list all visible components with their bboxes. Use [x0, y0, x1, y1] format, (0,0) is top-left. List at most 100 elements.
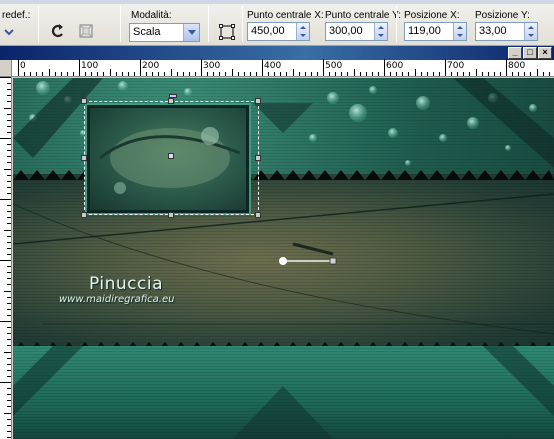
ruler-tick — [109, 69, 111, 76]
ruler-tick — [463, 72, 465, 76]
pos-y-field[interactable]: 33,00 — [475, 22, 538, 41]
pivot-point-icon — [279, 257, 287, 265]
document-title-bar — [0, 46, 554, 60]
ruler-corner — [0, 60, 12, 77]
ruler-tick — [7, 369, 11, 371]
ruler-top-label: 0 — [20, 61, 26, 71]
bottom-band-shapes — [13, 346, 554, 439]
bubble-decoration — [405, 160, 411, 166]
ruler-tick — [335, 72, 337, 76]
toolbar-divider — [208, 6, 209, 42]
ruler-tick — [298, 72, 300, 76]
ruler-tick — [97, 72, 99, 76]
toolbar-divider — [38, 6, 39, 42]
ruler-tick — [493, 72, 495, 76]
ruler-tick — [72, 72, 74, 76]
ruler-tick — [18, 59, 19, 76]
ruler-top-label: 100 — [81, 61, 99, 71]
spinner-arrows-icon[interactable] — [524, 23, 537, 40]
close-icon: × — [542, 47, 548, 57]
ruler-tick — [548, 72, 550, 76]
pos-y-label: Posizione Y: — [475, 10, 530, 21]
maximize-icon: □ — [527, 47, 533, 57]
ruler-tick — [7, 278, 11, 280]
ruler-tick — [353, 69, 355, 76]
ruler-top-label: 500 — [325, 61, 343, 71]
ruler-tick — [7, 217, 11, 219]
spinner-arrows-icon[interactable] — [374, 23, 387, 40]
ruler-tick — [152, 72, 154, 76]
ruler-tick — [66, 72, 68, 76]
center-y-value: 300,00 — [329, 25, 363, 37]
ruler-tick — [36, 72, 38, 76]
chevron-down-icon[interactable] — [183, 24, 199, 41]
minimize-button[interactable]: _ — [508, 47, 522, 59]
handle-bottom-left[interactable] — [81, 212, 87, 218]
deform-button[interactable] — [216, 21, 238, 43]
pos-y-value: 33,00 — [479, 25, 507, 37]
ruler-top-label: 800 — [508, 61, 526, 71]
ruler-tick — [7, 302, 11, 304]
ruler-tick — [158, 72, 160, 76]
ruler-tick — [7, 284, 11, 286]
ruler-tick — [438, 72, 440, 76]
ruler-tick — [4, 351, 11, 353]
center-y-field[interactable]: 300,00 — [325, 22, 388, 41]
ruler-tick — [7, 101, 11, 103]
ruler-top-label: 300 — [203, 61, 221, 71]
ruler-tick — [4, 412, 11, 414]
ruler-tick — [7, 266, 11, 268]
handle-middle-left[interactable] — [81, 155, 87, 161]
ruler-tick — [7, 241, 11, 243]
ruler-tick — [323, 59, 324, 76]
handle-rotation[interactable] — [169, 94, 177, 98]
preset-dropdown[interactable] — [2, 21, 16, 43]
handle-center-pivot[interactable] — [168, 153, 174, 159]
spinner-arrows-icon[interactable] — [453, 23, 466, 40]
ruler-tick — [414, 69, 416, 76]
ruler-tick — [426, 72, 428, 76]
ruler-tick — [384, 59, 385, 76]
ruler-tick — [512, 72, 514, 76]
ruler-tick — [365, 72, 367, 76]
bubble-decoration — [118, 81, 128, 91]
toolbar-divider — [242, 6, 243, 42]
handle-top-left[interactable] — [81, 98, 87, 104]
bubble-decoration — [36, 81, 50, 95]
handle-bottom-center[interactable] — [168, 212, 174, 218]
ruler-tick — [7, 406, 11, 408]
ruler-tick — [194, 72, 196, 76]
ruler-tick — [7, 357, 11, 359]
reset-button[interactable] — [75, 20, 97, 42]
ruler-tick — [140, 59, 141, 76]
ruler-tick — [127, 72, 129, 76]
ruler-tick — [359, 72, 361, 76]
ruler-tick — [408, 72, 410, 76]
rotation-handle-line[interactable] — [275, 251, 355, 271]
bubble-decoration — [309, 134, 317, 142]
mode-select[interactable]: Scala — [129, 23, 200, 42]
handle-bottom-right[interactable] — [255, 212, 261, 218]
spinner-arrows-icon[interactable] — [296, 23, 309, 40]
handle-top-center[interactable] — [168, 98, 174, 104]
ruler-tick — [0, 138, 11, 139]
center-x-field[interactable]: 450,00 — [247, 22, 310, 41]
handle-top-right[interactable] — [255, 98, 261, 104]
maximize-button[interactable]: □ — [523, 47, 537, 59]
ruler-tick — [7, 400, 11, 402]
image-canvas[interactable]: Pinuccia www.maidiregrafica.eu — [13, 78, 554, 439]
ruler-tick — [371, 72, 373, 76]
ruler-tick — [7, 205, 11, 207]
handle-middle-right[interactable] — [255, 155, 261, 161]
ruler-tick — [274, 72, 276, 76]
ruler-tick — [0, 382, 11, 383]
ruler-tick — [341, 72, 343, 76]
ruler-tick — [7, 83, 11, 85]
ruler-tick — [7, 375, 11, 377]
close-button[interactable]: × — [538, 47, 552, 59]
rotate-button[interactable] — [47, 20, 69, 42]
ruler-tick — [7, 388, 11, 390]
deform-icon — [219, 24, 235, 40]
ruler-tick — [506, 59, 507, 76]
pos-x-field[interactable]: 119,00 — [404, 22, 467, 41]
